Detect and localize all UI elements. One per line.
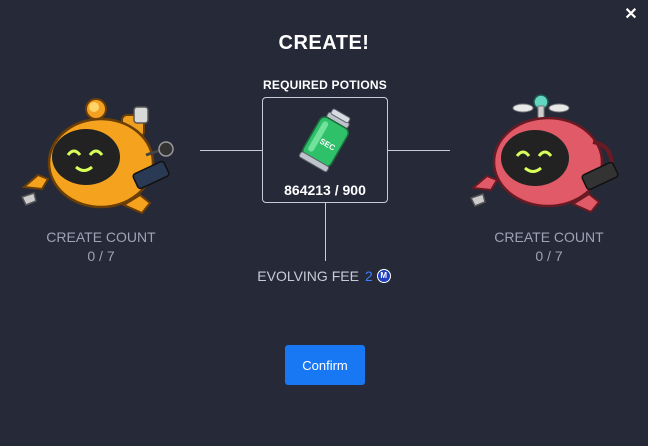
left-create-count-label: CREATE COUNT xyxy=(46,229,156,245)
create-dialog: ✕ CREATE! REQUIRED POTIONS SEC 864213 / … xyxy=(0,0,648,446)
connector-down xyxy=(325,203,326,261)
potion-box: SEC 864213 / 900 xyxy=(262,97,388,203)
evolving-fee: EVOLVING FEE 2 xyxy=(0,268,648,284)
required-potions-label: REQUIRED POTIONS xyxy=(263,78,387,92)
potion-canister-icon: SEC xyxy=(298,108,351,173)
token-coin-icon xyxy=(376,269,391,283)
right-create-count-value: 0 / 7 xyxy=(535,248,563,264)
confirm-button[interactable]: Confirm xyxy=(285,345,365,385)
close-icon[interactable]: ✕ xyxy=(622,6,640,24)
connector-right xyxy=(388,150,450,151)
fee-label: EVOLVING FEE xyxy=(257,268,359,284)
connector-left xyxy=(200,150,262,151)
left-robot-image xyxy=(20,98,174,215)
dialog-title: CREATE! xyxy=(278,32,370,54)
fee-amount: 2 xyxy=(364,268,373,284)
right-robot-image xyxy=(469,94,619,214)
potion-count: 864213 / 900 xyxy=(284,182,366,198)
left-create-count-value: 0 / 7 xyxy=(87,248,115,264)
right-create-count-label: CREATE COUNT xyxy=(494,229,604,245)
